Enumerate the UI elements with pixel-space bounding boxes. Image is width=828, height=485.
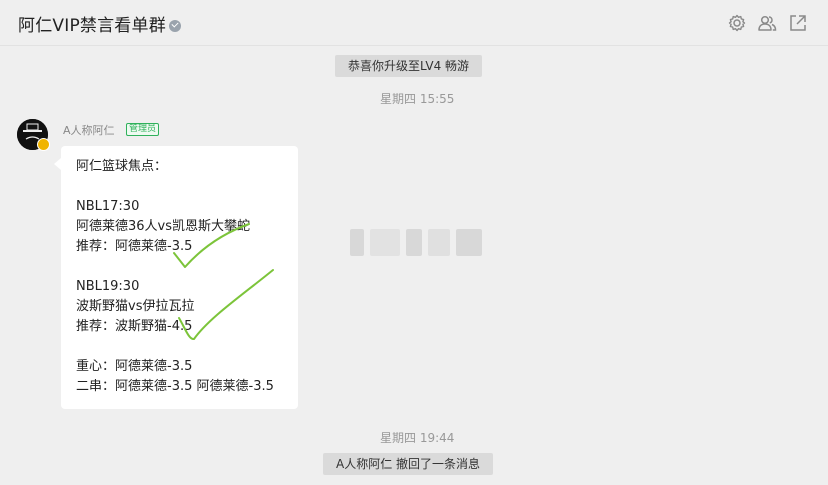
vip-badge-icon (37, 138, 50, 151)
open-external-icon[interactable] (788, 13, 808, 33)
message-line: 重心：阿德莱德-3.5 (76, 359, 193, 374)
timestamp: 星期四 15:55 (380, 92, 455, 106)
upgrade-notice: 恭喜你升级至LV4 畅游 (335, 55, 483, 77)
settings-gear-icon[interactable] (727, 13, 747, 33)
blurred-content (350, 229, 482, 256)
chat-title-text: 阿仁VIP禁言看单群 (18, 16, 166, 36)
message-line: NBL17:30 (76, 199, 140, 214)
timestamp: 星期四 19:44 (380, 431, 455, 445)
chat-title: 阿仁VIP禁言看单群 (18, 11, 181, 36)
title-bar: 阿仁VIP禁言看单群 (0, 0, 828, 46)
avatar[interactable] (17, 119, 50, 151)
sender-name[interactable]: A人称阿仁 (63, 122, 115, 138)
message-line: 阿仁篮球焦点： (76, 159, 168, 174)
group-members-icon[interactable] (757, 13, 777, 33)
message-line: 阿德莱德36人vs凯恩斯大攀蛇 (76, 219, 251, 234)
message-line: 推荐：阿德莱德-3.5 (76, 239, 193, 254)
recall-notice: A人称阿仁 撤回了一条消息 (323, 453, 494, 475)
message-line: 二串：阿德莱德-3.5 阿德莱德-3.5 (76, 379, 274, 394)
message-bubble[interactable]: 阿仁篮球焦点： NBL17:30 阿德莱德36人vs凯恩斯大攀蛇 推荐：阿德莱德… (54, 146, 298, 409)
message-line: 波斯野猫vs伊拉瓦拉 (76, 299, 195, 314)
message-line: NBL19:30 (76, 279, 140, 294)
admin-tag: 管理员 (126, 123, 160, 136)
verified-icon (168, 20, 181, 32)
message-line: 推荐：波斯野猫-4.5 (76, 319, 193, 334)
